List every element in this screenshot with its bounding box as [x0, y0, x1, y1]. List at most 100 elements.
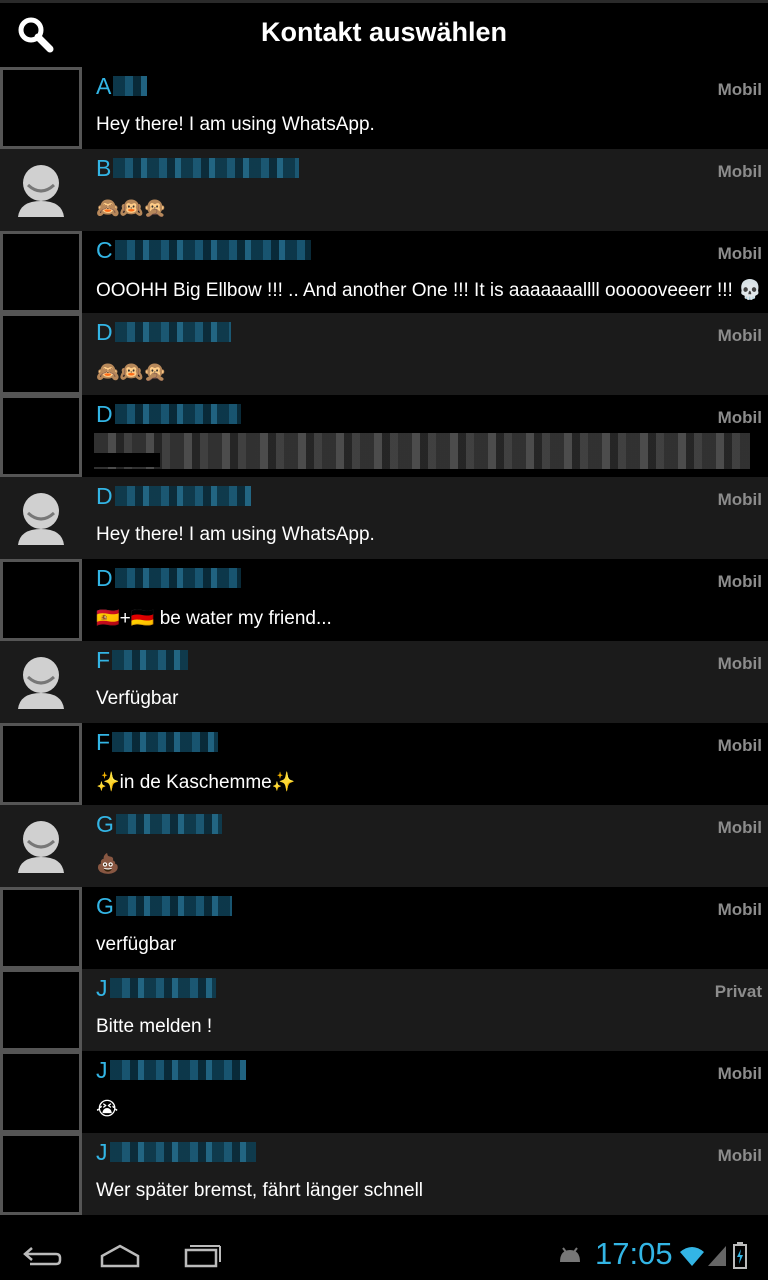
contact-name: J: [96, 1057, 246, 1083]
contact-row[interactable]: D Mobil 🙈🙉🙊: [0, 313, 768, 395]
default-avatar[interactable]: [0, 477, 82, 559]
contact-initial: J: [96, 1057, 108, 1083]
phone-type-label: Mobil: [717, 818, 762, 837]
contact-name: F: [96, 729, 219, 755]
contact-initial: A: [96, 73, 112, 99]
contact-row[interactable]: F Mobil ✨in de Kaschemme✨: [0, 723, 768, 805]
contact-name: J: [96, 975, 216, 1001]
redacted-name: [109, 978, 216, 998]
contact-row[interactable]: C Mobil OOOHH Big Ellbow !!! .. And anothe…: [0, 231, 768, 313]
contact-initial: G: [96, 811, 114, 837]
status-clock: 17:05: [595, 1236, 673, 1271]
redacted-name: [115, 896, 232, 916]
page-title: Kontakt auswählen: [260, 17, 508, 47]
avatar[interactable]: [0, 969, 82, 1051]
person-icon: [18, 821, 64, 873]
system-navigation-bar: 17:05: [0, 1232, 768, 1280]
redacted-name: [113, 158, 300, 178]
avatar[interactable]: [0, 395, 82, 477]
contact-row[interactable]: G Mobil 💩: [0, 805, 768, 887]
contact-name: B: [96, 155, 300, 181]
action-bar: Kontakt auswählen: [0, 0, 768, 65]
contact-name: D: [96, 401, 241, 427]
avatar[interactable]: [0, 1051, 82, 1133]
contact-status: Wer später bremst, fährt länger schnell: [96, 1180, 424, 1201]
contact-name: D: [96, 483, 251, 509]
contact-initial: J: [96, 1139, 108, 1165]
home-button[interactable]: [96, 1240, 144, 1272]
redacted-name: [112, 650, 189, 670]
contact-initial: F: [96, 647, 111, 673]
avatar[interactable]: [0, 231, 82, 313]
phone-type-label: Mobil: [717, 80, 762, 99]
contact-status: Hey there! I am using WhatsApp.: [96, 114, 375, 135]
contact-initial: D: [96, 319, 113, 345]
contact-status: Hey there! I am using WhatsApp.: [96, 524, 375, 545]
contact-status: OOOHH Big Ellbow !!! .. And another One …: [96, 280, 762, 301]
contact-status: verfügbar: [96, 934, 177, 955]
contact-row[interactable]: D Mobil Hey there! I am using WhatsApp.: [0, 477, 768, 559]
contact-name: J: [96, 1139, 256, 1165]
redacted-status: [94, 433, 750, 469]
phone-type-label: Mobil: [717, 244, 762, 263]
person-icon: [18, 493, 64, 545]
redacted-name: [112, 732, 219, 752]
phone-type-label: Mobil: [717, 900, 762, 919]
contact-initial: J: [96, 975, 108, 1001]
contact-status: Verfügbar: [96, 688, 179, 709]
signal-icon: [708, 1246, 726, 1266]
contact-status: 🙈🙉🙊: [96, 362, 167, 383]
android-debug-icon: [560, 1247, 580, 1262]
contact-name: D: [96, 565, 241, 591]
avatar[interactable]: [0, 67, 82, 149]
contact-row[interactable]: J Mobil Wer später bremst, fährt länger sc…: [0, 1133, 768, 1215]
back-icon: [23, 1247, 62, 1266]
redacted-name: [114, 322, 231, 342]
contact-status: 😭: [96, 1099, 119, 1120]
contact-initial: C: [96, 237, 113, 263]
phone-type-label: Mobil: [717, 162, 762, 181]
phone-type-label: Mobil: [717, 326, 762, 345]
default-avatar[interactable]: [0, 641, 82, 723]
contact-name: F: [96, 647, 189, 673]
contact-status: Bitte melden !: [96, 1016, 213, 1037]
contact-name: D: [96, 319, 231, 345]
contact-list[interactable]: A Mobil Hey there! I am using WhatsApp. B Mo…: [0, 67, 768, 1215]
phone-type-label: Mobil: [717, 572, 762, 591]
recent-apps-button[interactable]: [178, 1240, 226, 1272]
phone-type-label: Privat: [714, 982, 762, 1001]
default-avatar[interactable]: [0, 805, 82, 887]
contact-row[interactable]: J Mobil 😭: [0, 1051, 768, 1133]
redacted-name: [109, 1060, 246, 1080]
person-icon: [18, 657, 64, 709]
contact-initial: D: [96, 401, 113, 427]
avatar[interactable]: [0, 723, 82, 805]
phone-type-label: Mobil: [717, 490, 762, 509]
avatar[interactable]: [0, 313, 82, 395]
contact-row[interactable]: B Mobil 🙈🙉🙊: [0, 149, 768, 231]
contact-initial: G: [96, 893, 114, 919]
redacted-name: [109, 1142, 256, 1162]
phone-type-label: Mobil: [717, 1146, 762, 1165]
contact-name: G: [96, 811, 222, 837]
back-button[interactable]: [16, 1240, 64, 1272]
redacted-name: [114, 486, 251, 506]
contact-name: C: [96, 237, 311, 263]
contact-name: G: [96, 893, 232, 919]
default-avatar[interactable]: [0, 149, 82, 231]
contact-row[interactable]: G Mobil verfügbar: [0, 887, 768, 969]
redacted-name: [114, 240, 311, 260]
avatar[interactable]: [0, 559, 82, 641]
contact-status: ✨in de Kaschemme✨: [96, 772, 296, 793]
contact-row[interactable]: F Mobil Verfügbar: [0, 641, 768, 723]
contact-row[interactable]: A Mobil Hey there! I am using WhatsApp.: [0, 67, 768, 149]
phone-type-label: Mobil: [717, 408, 762, 427]
person-icon: [18, 165, 64, 217]
avatar[interactable]: [0, 887, 82, 969]
redacted-name: [114, 404, 241, 424]
contact-row[interactable]: D Mobil: [0, 395, 768, 477]
avatar[interactable]: [0, 1133, 82, 1215]
contact-row[interactable]: J Privat Bitte melden !: [0, 969, 768, 1051]
contact-row[interactable]: D Mobil 🇪🇸+🇩🇪 be water my friend...: [0, 559, 768, 641]
phone-type-label: Mobil: [717, 654, 762, 673]
